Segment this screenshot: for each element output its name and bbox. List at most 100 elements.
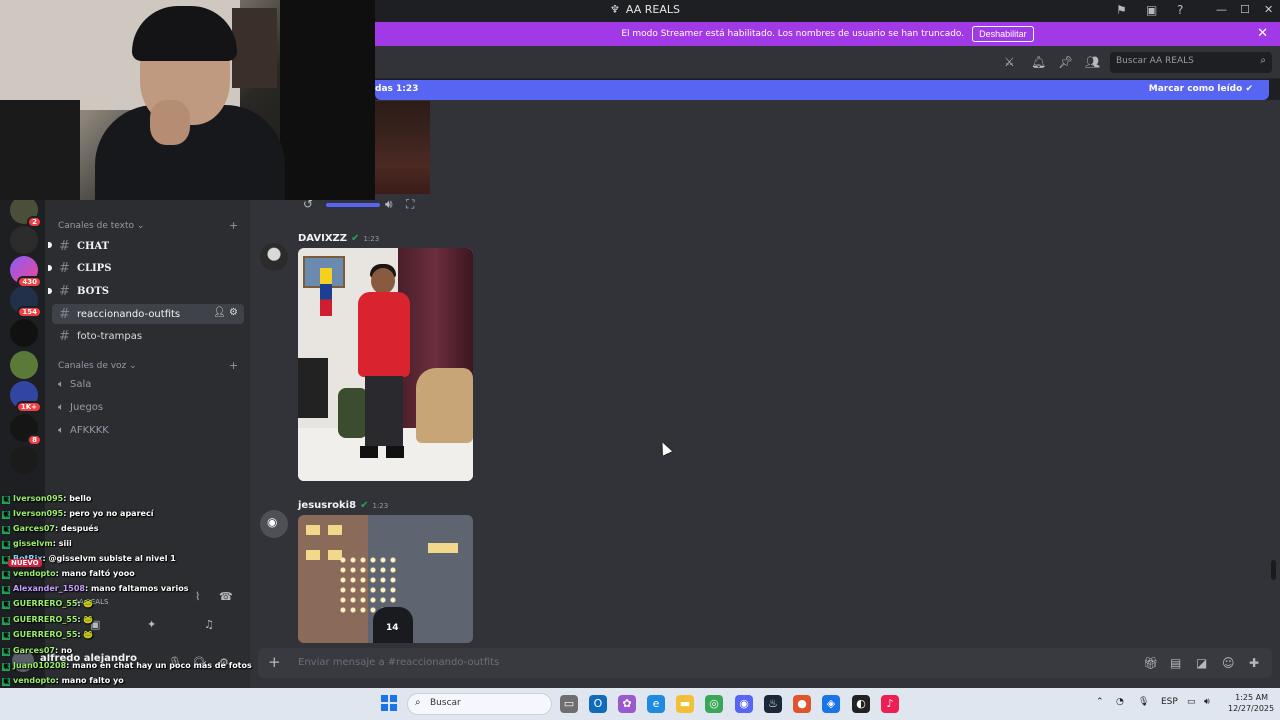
voice-channel-sala[interactable]: 🔈︎ Sala: [58, 379, 91, 390]
server-icon[interactable]: 8: [10, 414, 42, 446]
new-messages-bar[interactable]: das 1:23 Marcar como leído ✔: [375, 80, 1269, 100]
search-icon: ⌕: [415, 697, 421, 708]
chat-scrollbar[interactable]: [1271, 560, 1276, 580]
disable-streamer-button[interactable]: Deshabilitar: [972, 26, 1034, 42]
server-icon[interactable]: [10, 319, 38, 347]
avatar[interactable]: [260, 243, 288, 271]
previous-video-attachment[interactable]: [375, 101, 430, 194]
app-icon[interactable]: ◐: [852, 695, 870, 713]
pin-icon[interactable]: 📌︎: [1058, 55, 1073, 69]
text-channels-category[interactable]: Canales de texto ⌄: [58, 221, 144, 231]
new-badge: NUEVO: [8, 559, 42, 567]
copilot-icon[interactable]: ✿: [618, 695, 636, 713]
chat-line: K GUERRERO_55: 🐸: [2, 599, 93, 609]
speaker-icon: 🔈︎: [58, 379, 64, 390]
mark-read-icon: ✔: [1245, 84, 1253, 94]
voice-channel-juegos[interactable]: 🔈︎ Juegos: [58, 402, 103, 413]
channel-bots[interactable]: # BOTS: [52, 281, 244, 301]
apps-icon[interactable]: ✚: [1249, 656, 1259, 670]
channel-chat[interactable]: # CHAT: [52, 236, 244, 256]
chrome-icon[interactable]: ◎: [705, 695, 723, 713]
mic-tray-icon[interactable]: 🎙︎: [1138, 697, 1149, 707]
clock[interactable]: 1:25 AM 12/27/2025: [1228, 692, 1274, 714]
streamer-mode-banner: El modo Streamer está habilitado. Los no…: [375, 22, 1280, 46]
search-input[interactable]: Buscar AA REALS ⌕: [1110, 52, 1272, 73]
new-messages-since: das 1:23: [375, 84, 419, 94]
server-icon[interactable]: 2: [10, 196, 42, 228]
inbox-flag-icon[interactable]: ⚑: [1116, 3, 1127, 17]
add-attachment-icon[interactable]: +: [268, 653, 281, 671]
voice-channels-category[interactable]: Canales de voz ⌄: [58, 361, 137, 371]
gif-icon[interactable]: ▤: [1170, 656, 1181, 670]
avatar[interactable]: ◉: [260, 510, 288, 538]
help-icon[interactable]: ?: [1177, 3, 1183, 17]
server-icon[interactable]: 154: [10, 286, 42, 318]
taskbar: [0, 688, 1280, 720]
display-icon[interactable]: ▭: [1187, 697, 1196, 707]
platform-icon: K: [2, 678, 10, 686]
chat-message: : 🐸: [77, 615, 94, 624]
bell-icon[interactable]: 🔔︎: [1031, 55, 1046, 69]
image-attachment[interactable]: [298, 248, 473, 481]
volume-slider[interactable]: [326, 203, 380, 207]
obs-icon[interactable]: ●: [793, 695, 811, 713]
server-icon[interactable]: [10, 446, 38, 474]
steam-icon[interactable]: ♨: [764, 695, 782, 713]
browser-icon[interactable]: ◈: [822, 695, 840, 713]
threads-icon[interactable]: ⚔: [1004, 55, 1015, 69]
hash-icon: #: [59, 306, 70, 322]
platform-icon: K: [2, 511, 10, 519]
server-icon[interactable]: 1K+: [10, 381, 42, 413]
server-icon[interactable]: [10, 226, 38, 254]
language-indicator[interactable]: ESP: [1161, 697, 1178, 707]
discord-icon[interactable]: ◉: [735, 695, 753, 713]
message-composer[interactable]: + Enviar mensaje a #reaccionando-outfits: [258, 648, 1272, 678]
chat-message: : pero yo no aparecí: [63, 509, 154, 518]
close-banner-icon[interactable]: ✕: [1257, 26, 1268, 41]
tray-chevron-icon[interactable]: ⌃: [1096, 697, 1104, 707]
platform-icon: K: [2, 648, 10, 656]
message-input[interactable]: Enviar mensaje a #reaccionando-outfits: [298, 657, 499, 668]
minimize-button[interactable]: —: [1216, 3, 1227, 16]
chat-line: Kvendopto: mano faltó yooo: [2, 569, 135, 579]
channel-foto-trampas[interactable]: # foto-trampas: [52, 326, 244, 346]
mark-as-read-button[interactable]: Marcar como leído ✔: [1149, 84, 1253, 94]
chat-username: vendopto: [13, 569, 56, 578]
file-explorer-icon[interactable]: ▬: [676, 695, 694, 713]
fullscreen-icon[interactable]: ⛶: [406, 197, 414, 212]
volume-tray-icon[interactable]: 🔊︎: [1204, 697, 1210, 707]
close-window-button[interactable]: ✕: [1264, 3, 1273, 16]
chat-username: GUERRERO_55: [13, 615, 78, 624]
screen-share-icon[interactable]: ▣: [1146, 3, 1157, 17]
message-author[interactable]: DAVIXZZ ✔ 1:23: [298, 233, 379, 244]
start-button[interactable]: [381, 695, 397, 711]
gear-icon[interactable]: ⚙: [229, 307, 238, 318]
platform-icon: K: [2, 601, 10, 609]
taskbar-search[interactable]: ⌕ Buscar: [407, 693, 552, 715]
invite-icon[interactable]: 👤︎: [213, 307, 226, 318]
tiktok-icon[interactable]: ♪: [881, 695, 899, 713]
outlook-icon[interactable]: O: [589, 695, 607, 713]
verified-badge-icon: ✔: [360, 500, 369, 511]
server-icon[interactable]: [10, 351, 38, 379]
tray-app-icon[interactable]: ◔: [1116, 697, 1124, 707]
channel-clips[interactable]: # CLIPS: [52, 258, 244, 278]
message-author[interactable]: jesusroki8 ✔ 1:23: [298, 500, 388, 511]
maximize-button[interactable]: ☐: [1240, 3, 1250, 16]
emoji-icon[interactable]: ☺: [1222, 656, 1235, 670]
edge-icon[interactable]: e: [647, 695, 665, 713]
voice-channel-afkkkk[interactable]: 🔈︎ AFKKKK: [58, 425, 109, 436]
platform-icon: K: [2, 663, 10, 671]
task-view-icon[interactable]: ▭: [560, 695, 578, 713]
add-voice-channel-icon[interactable]: +: [229, 359, 238, 372]
channel-reaccionando-outfits[interactable]: # reaccionando-outfits 👤︎ ⚙: [52, 304, 244, 324]
members-icon[interactable]: 👥︎: [1085, 55, 1100, 69]
server-icon[interactable]: 430: [10, 256, 42, 288]
add-channel-icon[interactable]: +: [229, 219, 238, 232]
gift-icon[interactable]: 🎁︎: [1143, 656, 1158, 670]
volume-icon[interactable]: 🔊︎: [385, 197, 393, 212]
chat-username: GUERRERO_55: [13, 599, 78, 608]
sticker-icon[interactable]: ◪: [1196, 656, 1207, 670]
chat-line: K Iverson095: bello: [2, 494, 91, 504]
image-attachment[interactable]: 14: [298, 515, 473, 643]
